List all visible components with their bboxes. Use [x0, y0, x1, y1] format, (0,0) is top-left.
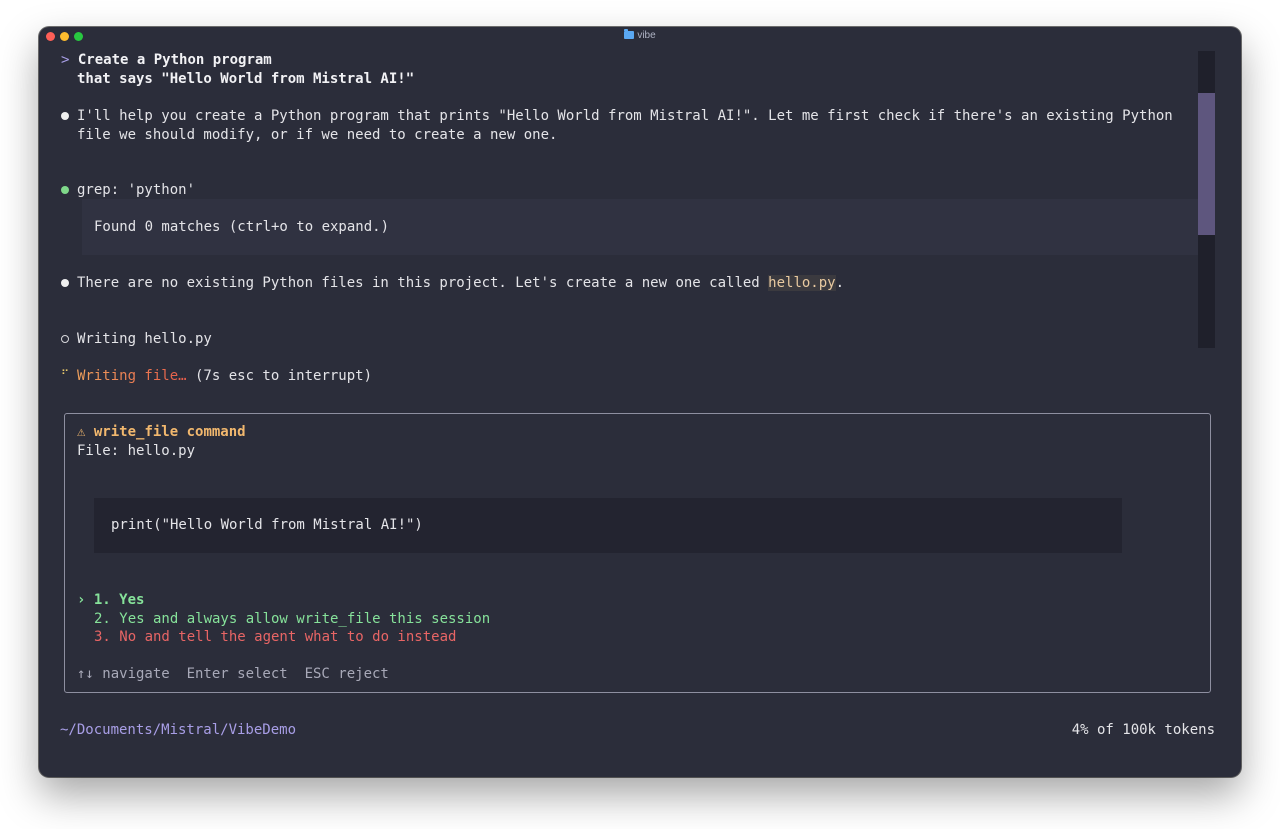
tool-result-text: Found 0 matches (ctrl+o to expand.) — [94, 219, 390, 235]
selector-chevron-icon: › — [77, 592, 86, 608]
user-prompt-line-1: Create a Python program — [77, 52, 272, 68]
option-yes[interactable]: › 1. Yes — [77, 591, 144, 610]
prompt-chevron-icon: > — [61, 52, 70, 68]
inline-code-filename: hello.py — [768, 275, 836, 291]
pending-bullet-icon — [61, 335, 69, 343]
terminal-window: vibe > Create a Python program that says… — [39, 27, 1241, 777]
window-title-text: vibe — [637, 30, 656, 41]
file-label: File: hello.py — [77, 443, 196, 459]
status-detail-text: (7s esc to interrupt) — [186, 368, 373, 384]
warning-icon: ⚠ — [77, 424, 86, 440]
token-usage: 4% of 100k tokens — [1071, 722, 1215, 738]
dialog-header: ⚠ write_file command — [77, 423, 246, 442]
tool-success-bullet-icon — [61, 186, 69, 194]
window-title: vibe — [39, 29, 1241, 41]
assistant-bullet-icon — [61, 112, 69, 120]
user-prompt-line-2: that says "Hello World from Mistral AI!" — [77, 71, 415, 87]
folder-icon — [624, 29, 635, 39]
assistant-message-2-text: There are no existing Python files in th… — [77, 275, 769, 291]
option-no[interactable]: 3. No and tell the agent what to do inst… — [94, 628, 456, 647]
scrollbar-thumb[interactable] — [1198, 93, 1215, 235]
spinner-icon: ⠋ — [61, 368, 70, 381]
pending-action: Writing hello.py — [77, 331, 212, 347]
code-preview-text: print("Hello World from Mistral AI!") — [111, 517, 423, 533]
user-prompt: > Create a Python program — [61, 51, 272, 70]
assistant-message-line-1: I'll help you create a Python program th… — [77, 108, 1173, 124]
option-yes-label: 1. Yes — [93, 592, 145, 608]
assistant-message-2: There are no existing Python files in th… — [77, 274, 844, 293]
status-line: Writing file… (7s esc to interrupt) — [77, 367, 372, 386]
title-bar: vibe — [39, 27, 1241, 47]
keyboard-hints: ↑↓ navigate Enter select ESC reject — [77, 666, 389, 682]
assistant-message-2-suffix: . — [835, 275, 845, 291]
status-active-text: Writing file… — [77, 368, 187, 384]
command-title: write_file command — [93, 424, 246, 440]
assistant-message-line-2: file we should modify, or if we need to … — [77, 127, 558, 143]
current-directory: ~/Documents/Mistral/VibeDemo — [60, 722, 297, 738]
option-always-allow[interactable]: 2. Yes and always allow write_file this … — [94, 610, 490, 629]
tool-call: grep: 'python' — [77, 182, 196, 198]
assistant-bullet-icon — [61, 279, 69, 287]
approval-dialog — [64, 413, 1211, 693]
scrollbar[interactable] — [1198, 51, 1215, 348]
